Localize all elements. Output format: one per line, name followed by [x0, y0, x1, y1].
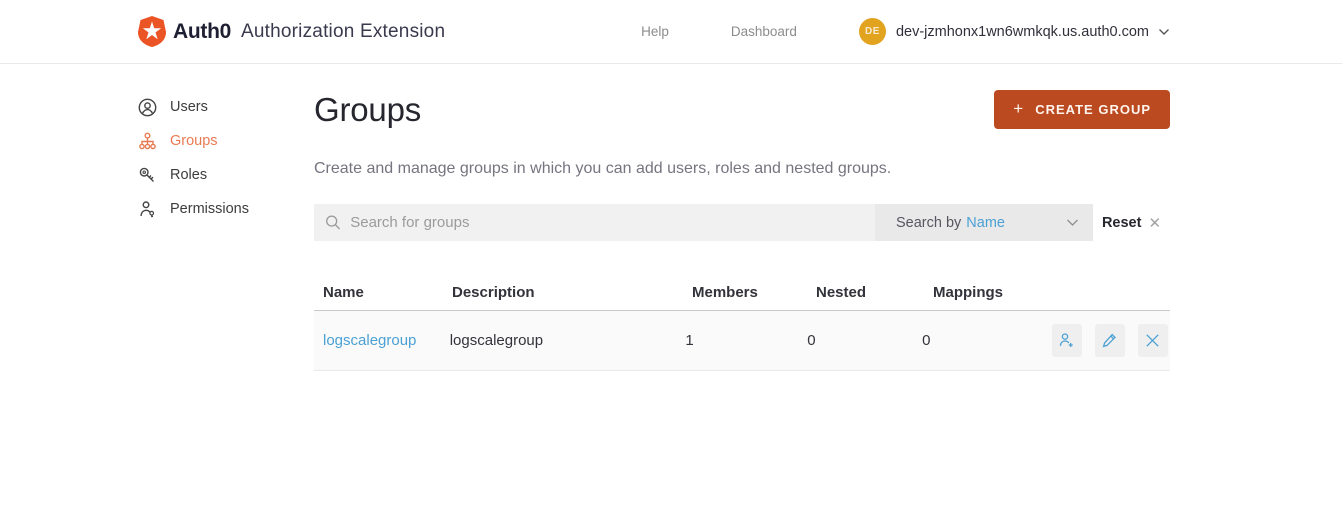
- edit-group-button[interactable]: [1094, 324, 1125, 357]
- edit-pencil-icon: [1103, 333, 1117, 347]
- search-by-label: Search by: [896, 214, 962, 231]
- user-circle-icon: [138, 98, 157, 117]
- sidebar-item-permissions[interactable]: Permissions: [138, 197, 314, 221]
- sidebar-item-roles[interactable]: Roles: [138, 163, 314, 187]
- column-header-members: Members: [692, 284, 758, 301]
- header-nav: Help Dashboard DE dev-jzmhonx1wn6wmkqk.u…: [641, 18, 1170, 45]
- org-hierarchy-icon: [138, 132, 157, 151]
- column-header-mappings: Mappings: [933, 284, 1003, 301]
- app-header: Auth0 Authorization Extension Help Dashb…: [0, 0, 1342, 64]
- delete-x-icon: [1146, 334, 1160, 347]
- create-group-button[interactable]: + CREATE GROUP: [994, 90, 1170, 129]
- page-description: Create and manage groups in which you ca…: [314, 160, 892, 177]
- sidebar-item-groups[interactable]: Groups: [138, 129, 314, 153]
- column-header-name: Name: [323, 284, 364, 301]
- row-actions: [1039, 324, 1170, 357]
- user-menu[interactable]: DE dev-jzmhonx1wn6wmkqk.us.auth0.com: [858, 18, 1170, 45]
- group-members-cell: 1: [685, 332, 694, 349]
- table-row: logscalegroup logscalegroup 1 0 0: [314, 311, 1170, 371]
- brand-name: Auth0: [173, 19, 231, 43]
- sidebar-item-label: Users: [170, 99, 208, 115]
- tenant-domain: dev-jzmhonx1wn6wmkqk.us.auth0.com: [895, 23, 1149, 40]
- sidebar-item-label: Roles: [170, 167, 208, 183]
- column-header-nested: Nested: [816, 284, 867, 301]
- dashboard-link[interactable]: Dashboard: [731, 24, 797, 39]
- person-key-icon: [138, 200, 157, 219]
- plus-icon: +: [1013, 99, 1025, 118]
- create-group-label: CREATE GROUP: [1035, 102, 1151, 117]
- column-header-description: Description: [452, 284, 535, 301]
- brand: Auth0 Authorization Extension: [138, 16, 445, 47]
- close-icon: ✕: [1148, 214, 1162, 232]
- sidebar-item-label: Permissions: [170, 201, 249, 217]
- search-icon: [326, 215, 341, 230]
- page-title: Groups: [314, 91, 422, 128]
- chevron-down-icon: [1159, 28, 1169, 35]
- group-nested-cell: 0: [807, 332, 816, 349]
- group-description-cell: logscalegroup: [449, 332, 544, 349]
- search-by-dropdown[interactable]: Search by Name: [875, 204, 1093, 241]
- reset-button[interactable]: Reset ✕: [1093, 204, 1170, 241]
- add-member-icon: [1060, 333, 1074, 347]
- search-box: [314, 204, 875, 241]
- groups-table: Name Description Members Nested Mappings…: [314, 275, 1170, 371]
- group-name-link[interactable]: logscalegroup: [323, 332, 416, 349]
- group-mappings-cell: 0: [922, 332, 931, 349]
- sidebar-item-label: Groups: [170, 133, 218, 149]
- help-link[interactable]: Help: [641, 24, 669, 39]
- key-icon: [138, 166, 157, 185]
- reset-label: Reset: [1101, 214, 1142, 231]
- main-content: Groups + CREATE GROUP Create and manage …: [314, 90, 1170, 371]
- add-member-button[interactable]: [1051, 324, 1082, 357]
- auth0-logo-icon: [138, 16, 166, 47]
- delete-group-button[interactable]: [1137, 324, 1168, 357]
- search-toolbar: Search by Name Reset ✕: [314, 204, 1170, 241]
- avatar[interactable]: DE: [858, 18, 886, 45]
- search-by-value: Name: [966, 214, 1005, 231]
- chevron-down-icon: [1067, 219, 1078, 226]
- page-app-title: Authorization Extension: [241, 20, 446, 42]
- search-input[interactable]: [350, 214, 875, 231]
- table-header-row: Name Description Members Nested Mappings: [314, 275, 1170, 311]
- sidebar-item-users[interactable]: Users: [138, 95, 314, 119]
- sidebar: Users Groups Roles Permissions: [138, 90, 314, 371]
